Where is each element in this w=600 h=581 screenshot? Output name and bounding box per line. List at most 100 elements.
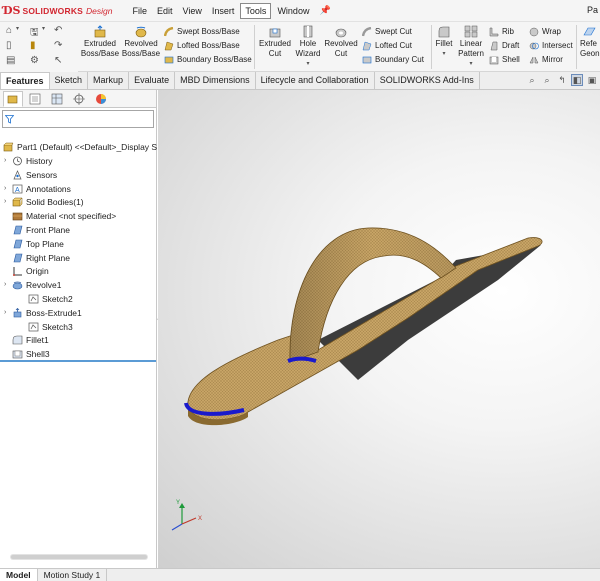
intersect-button[interactable]: Intersect xyxy=(529,41,573,51)
fillet-button[interactable]: Fillet ▾ xyxy=(433,25,455,59)
traffic-light-icon[interactable]: ▮ xyxy=(30,40,36,51)
solidworks-logo[interactable]: ƊS SOLIDWORKS Design xyxy=(3,4,113,17)
boundary-cut-label: Boundary Cut xyxy=(375,55,424,64)
chevron-down-icon[interactable]: ▾ xyxy=(42,25,45,32)
hole-wizard-button[interactable]: Hole Wizard ▾ xyxy=(292,25,324,69)
menu-file[interactable]: File xyxy=(129,4,152,18)
extruded-boss-button[interactable]: Extruded Boss/Base xyxy=(80,25,120,59)
revolved-cut-icon xyxy=(335,28,347,38)
tree-item-sketch2[interactable]: Sketch2 xyxy=(20,292,73,305)
rib-button[interactable]: Rib xyxy=(489,27,514,37)
tab-features[interactable]: Features xyxy=(0,72,50,89)
chevron-down-icon[interactable]: ▾ xyxy=(433,49,455,59)
expand-chevron-icon[interactable]: › xyxy=(4,309,12,316)
redo-icon[interactable]: ↷ xyxy=(54,40,62,51)
print-icon[interactable]: ▤ xyxy=(6,55,15,66)
tree-item-top-plane[interactable]: Top Plane xyxy=(4,237,64,250)
selected-edge-crown[interactable] xyxy=(287,356,317,363)
tree-item-origin[interactable]: Origin xyxy=(4,264,49,277)
graphics-area[interactable]: Y X xyxy=(158,90,600,568)
zoom-to-fit-icon[interactable]: ⌕ xyxy=(526,74,538,86)
chevron-down-icon[interactable]: ▾ xyxy=(292,59,324,69)
dimxpert-tab-icon[interactable] xyxy=(69,91,89,107)
view-orientation-icon[interactable]: ▣ xyxy=(586,74,598,86)
panel-horizontal-scrollbar[interactable] xyxy=(10,554,148,560)
lofted-cut-label: Lofted Cut xyxy=(375,41,412,50)
tree-item-fillet1[interactable]: Fillet1 xyxy=(4,333,49,346)
revolved-cut-button[interactable]: Revolved Cut xyxy=(323,25,359,59)
feature-manager-tab-icon[interactable] xyxy=(3,90,23,107)
chevron-down-icon[interactable]: ▾ xyxy=(16,25,19,32)
tree-item-label: Boss-Extrude1 xyxy=(26,307,82,318)
mirror-button[interactable]: Mirror xyxy=(529,55,563,65)
tree-item-solid-bodies-1[interactable]: › Solid Bodies(1) xyxy=(4,195,84,208)
tab-sketch[interactable]: Sketch xyxy=(50,72,89,89)
tree-item-label: Front Plane xyxy=(26,224,70,235)
tree-filter-box[interactable] xyxy=(2,110,154,128)
tab-mbd-dimensions[interactable]: MBD Dimensions xyxy=(175,72,256,89)
expand-chevron-icon[interactable]: › xyxy=(4,281,12,288)
tab-motion-study[interactable]: Motion Study 1 xyxy=(38,569,108,581)
filter-icon[interactable] xyxy=(5,114,14,124)
lofted-boss-button[interactable]: Lofted Boss/Base xyxy=(164,41,240,51)
zoom-area-icon[interactable]: ⌕ xyxy=(541,74,553,86)
expand-chevron-icon[interactable]: › xyxy=(4,157,12,164)
menu-window[interactable]: Window xyxy=(273,4,313,18)
revolved-boss-button[interactable]: Revolved Boss/Base xyxy=(121,25,161,59)
pin-icon[interactable]: 📌 xyxy=(319,5,330,16)
menu-view[interactable]: View xyxy=(179,4,206,18)
svg-text:Y: Y xyxy=(176,500,180,506)
home-icon[interactable]: ⌂ xyxy=(6,25,12,36)
tree-item-annotations[interactable]: › A Annotations xyxy=(4,182,71,195)
extruded-cut-button[interactable]: Extruded Cut xyxy=(257,25,293,59)
tab-markup[interactable]: Markup xyxy=(88,72,130,89)
tab-lifecycle[interactable]: Lifecycle and Collaboration xyxy=(256,72,375,89)
previous-view-icon[interactable]: ↰ xyxy=(556,74,568,86)
linear-pattern-button[interactable]: Linear Pattern ▾ xyxy=(456,25,486,69)
menu-edit[interactable]: Edit xyxy=(153,4,177,18)
tab-evaluate[interactable]: Evaluate xyxy=(129,72,176,89)
tree-item-boss-extrude1[interactable]: › Boss-Extrude1 xyxy=(4,306,82,319)
configuration-manager-tab-icon[interactable] xyxy=(47,91,67,107)
tab-model[interactable]: Model xyxy=(0,569,38,581)
draft-button[interactable]: Draft xyxy=(489,41,519,51)
shell-label: Shell xyxy=(502,55,520,64)
boundary-boss-label: Boundary Boss/Base xyxy=(177,55,252,64)
sketch-icon xyxy=(28,322,39,331)
wrap-button[interactable]: Wrap xyxy=(529,27,561,37)
model-brim[interactable] xyxy=(187,237,543,421)
lofted-cut-button[interactable]: Lofted Cut xyxy=(362,41,412,51)
tree-item-front-plane[interactable]: Front Plane xyxy=(4,223,70,236)
tree-root-part[interactable]: Part1 (Default) <<Default>_Display S xyxy=(3,140,157,153)
boundary-boss-button[interactable]: Boundary Boss/Base xyxy=(164,55,252,65)
tree-item-material-not-specified[interactable]: Material <not specified> xyxy=(4,209,116,222)
new-document-icon[interactable]: ▯ xyxy=(6,40,12,51)
expand-chevron-icon[interactable]: › xyxy=(4,198,12,205)
select-arrow-icon[interactable]: ↖ xyxy=(54,55,62,66)
wrap-label: Wrap xyxy=(542,27,561,36)
tab-addins[interactable]: SOLIDWORKS Add-Ins xyxy=(375,72,480,89)
expand-chevron-icon[interactable]: › xyxy=(4,185,12,192)
property-manager-tab-icon[interactable] xyxy=(25,91,45,107)
boundary-boss-icon xyxy=(164,56,174,64)
section-view-icon[interactable]: ◧ xyxy=(571,74,583,86)
reference-geometry-button[interactable]: Refe Geon xyxy=(580,25,600,59)
tree-item-revolve1[interactable]: › Revolve1 xyxy=(4,278,61,291)
tree-item-right-plane[interactable]: Right Plane xyxy=(4,251,70,264)
options-gear-icon[interactable]: ⚙ xyxy=(30,55,39,66)
swept-cut-button[interactable]: Swept Cut xyxy=(362,27,412,37)
menu-insert[interactable]: Insert xyxy=(208,4,239,18)
rollback-bar[interactable] xyxy=(0,360,156,362)
tree-item-shell3[interactable]: Shell3 xyxy=(4,347,50,360)
tree-item-sensors[interactable]: Sensors xyxy=(4,168,57,181)
display-manager-tab-icon[interactable] xyxy=(91,91,111,107)
shell-button[interactable]: Shell xyxy=(489,55,520,65)
chevron-down-icon[interactable]: ▾ xyxy=(456,59,486,69)
tree-item-sketch3[interactable]: Sketch3 xyxy=(20,320,73,333)
swept-boss-button[interactable]: Swept Boss/Base xyxy=(164,27,240,37)
boundary-cut-button[interactable]: Boundary Cut xyxy=(362,55,424,65)
tree-item-history[interactable]: › History xyxy=(4,154,52,167)
scrollbar-thumb[interactable] xyxy=(11,555,147,559)
menu-tools[interactable]: Tools xyxy=(240,2,272,19)
undo-icon[interactable]: ↶ xyxy=(54,25,62,36)
